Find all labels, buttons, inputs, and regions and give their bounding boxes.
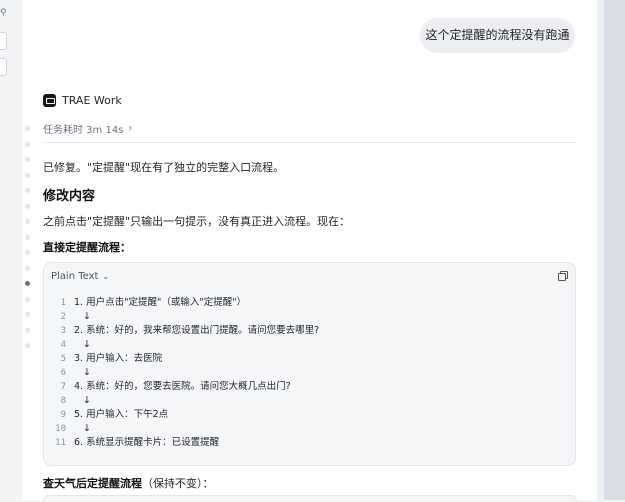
line-text: 4. 系统：好的，您要去医院。请问您大概几点出门?	[74, 381, 291, 392]
nav-dot[interactable]	[25, 157, 30, 162]
code-line: 4 ↓	[44, 338, 564, 352]
nav-dot[interactable]	[25, 265, 30, 271]
code-language-label: Plain Text	[51, 271, 99, 282]
user-message-bubble: 这个定提醒的流程没有跑通	[420, 18, 575, 53]
code-language-select[interactable]: Plain Text ⌄	[51, 271, 109, 282]
side-panel-edge	[604, 0, 625, 500]
line-text: ↓	[74, 423, 92, 434]
line-number: 1	[60, 298, 66, 308]
agent-name: TRAE Work	[62, 93, 122, 107]
line-number: 8	[60, 396, 66, 406]
divider	[43, 142, 575, 143]
response-intro: 已修复。"定提醒"现在有了独立的完整入口流程。	[43, 161, 285, 174]
line-text: 6. 系统显示提醒卡片：已设置提醒	[74, 437, 220, 448]
nav-dot[interactable]	[25, 250, 30, 255]
code-line: 6 ↓	[44, 366, 564, 380]
left-rail: ⚲	[0, 0, 22, 500]
chevron-right-icon: ›	[128, 123, 133, 134]
code-line: 3 2. 系统：好的，我来帮您设置出门提醒。请问您要去哪里?	[44, 324, 564, 338]
code-line: 9 5. 用户输入：下午2点	[44, 408, 564, 422]
section-heading: 修改内容	[43, 189, 96, 204]
line-text: 1. 用户点击"定提醒"（或输入"定提醒"）	[74, 297, 247, 308]
code-line: 7 4. 系统：好的，您要去医院。请问您大概几点出门?	[44, 380, 564, 394]
nav-dot[interactable]	[25, 327, 30, 333]
message-navigator	[25, 126, 31, 359]
task-time-label: 任务耗时 3m 14s	[43, 125, 124, 136]
nav-dot[interactable]	[25, 312, 30, 317]
line-number: 11	[55, 438, 66, 448]
code-block: Plain Text ⌄ 1 1. 用户点击"定提醒"（或输入"定提醒"） 2 ↓…	[43, 262, 576, 466]
weather-flow-note: （保持不变）：	[142, 477, 214, 490]
line-text: 3. 用户输入：去医院	[74, 353, 163, 364]
task-time-toggle[interactable]: 任务耗时 3m 14s ›	[43, 121, 132, 136]
filter-icon[interactable]: ⚲	[0, 8, 8, 18]
code-line: 1 1. 用户点击"定提醒"（或输入"定提醒"）	[44, 296, 564, 310]
line-text: ↓	[74, 367, 92, 378]
line-text: ↓	[74, 339, 92, 350]
line-number: 9	[60, 410, 66, 420]
weather-flow-heading: 查天气后定提醒流程（保持不变）：	[43, 475, 214, 491]
code-line: 5 3. 用户输入：去医院	[44, 352, 564, 366]
code-line: 2 ↓	[44, 310, 564, 324]
code-line: 11 6. 系统显示提醒卡片：已设置提醒	[44, 436, 564, 450]
copy-icon[interactable]	[558, 271, 568, 281]
line-number: 3	[60, 326, 66, 336]
nav-dot[interactable]	[25, 141, 30, 147]
collapse-handle[interactable]	[0, 32, 7, 50]
nav-dot[interactable]	[25, 234, 30, 240]
response-desc: 之前点击"定提醒"只输出一句提示，没有真正进入流程。现在：	[43, 215, 351, 228]
nav-dot[interactable]	[25, 172, 30, 178]
line-number: 7	[60, 382, 66, 392]
nav-dot[interactable]	[25, 126, 30, 131]
chevron-down-icon: ⌄	[102, 272, 110, 281]
nav-dot[interactable]	[25, 343, 30, 348]
agent-header: TRAE Work	[43, 92, 122, 108]
nav-dot[interactable]	[25, 203, 30, 209]
line-text: ↓	[74, 395, 92, 406]
line-number: 2	[60, 312, 66, 322]
code-line: 8 ↓	[44, 394, 564, 408]
line-number: 10	[55, 424, 66, 434]
nav-dot[interactable]	[25, 188, 30, 193]
line-text: ↓	[74, 311, 92, 322]
weather-flow-title: 查天气后定提醒流程	[43, 477, 142, 490]
line-text: 5. 用户输入：下午2点	[74, 409, 169, 420]
sub-heading: 直接定提醒流程：	[43, 241, 131, 254]
nav-dot[interactable]	[25, 219, 30, 224]
line-number: 6	[60, 368, 66, 378]
list-toggle-icon[interactable]	[0, 58, 7, 76]
line-number: 5	[60, 354, 66, 364]
nav-dot[interactable]	[25, 296, 30, 302]
line-text: 2. 系统：好的，我来帮您设置出门提醒。请问您要去哪里?	[74, 325, 320, 336]
code-line: 10 ↓	[44, 422, 564, 436]
line-number: 4	[60, 340, 66, 350]
next-code-block	[43, 495, 577, 502]
nav-dot-active[interactable]	[25, 281, 30, 286]
trae-logo-icon	[43, 93, 56, 107]
scrollbar-track[interactable]	[597, 0, 604, 500]
